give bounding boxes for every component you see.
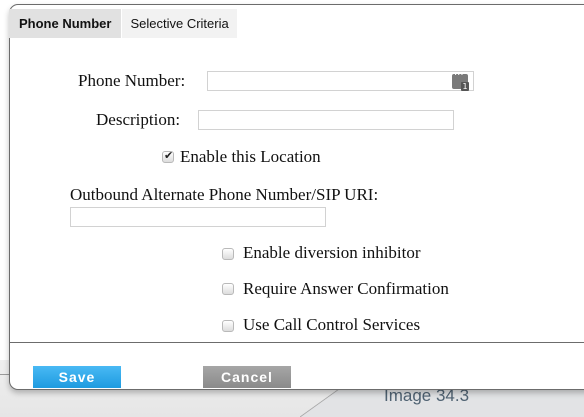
diversion-inhibitor-checkbox[interactable]	[222, 248, 234, 260]
tab-selective-criteria[interactable]: Selective Criteria	[121, 9, 237, 38]
tab-bar: Phone Number Selective Criteria	[9, 9, 237, 38]
call-control-checkbox[interactable]	[222, 320, 234, 332]
form-divider	[9, 342, 584, 343]
description-input[interactable]	[198, 110, 454, 130]
outbound-alt-input[interactable]	[70, 207, 326, 227]
description-label: Description:	[96, 110, 181, 129]
tab-phone-number[interactable]: Phone Number	[9, 9, 122, 38]
phone-number-label: Phone Number:	[78, 71, 186, 90]
save-button[interactable]: Save	[33, 366, 121, 388]
answer-confirmation-label: Require Answer Confirmation	[243, 279, 449, 298]
cancel-button[interactable]: Cancel	[203, 366, 291, 388]
checkmark-icon: ✔	[164, 149, 174, 162]
enable-location-checkbox[interactable]: ✔	[162, 149, 174, 163]
diversion-inhibitor-label: Enable diversion inhibitor	[243, 243, 421, 262]
outbound-alt-label: Outbound Alternate Phone Number/SIP URI:	[70, 185, 379, 204]
call-control-label: Use Call Control Services	[243, 315, 421, 334]
contacts-icon[interactable]	[452, 70, 469, 91]
enable-location-label: Enable this Location	[180, 147, 321, 166]
phone-number-input[interactable]	[207, 70, 474, 91]
answer-confirmation-checkbox[interactable]	[222, 283, 234, 295]
